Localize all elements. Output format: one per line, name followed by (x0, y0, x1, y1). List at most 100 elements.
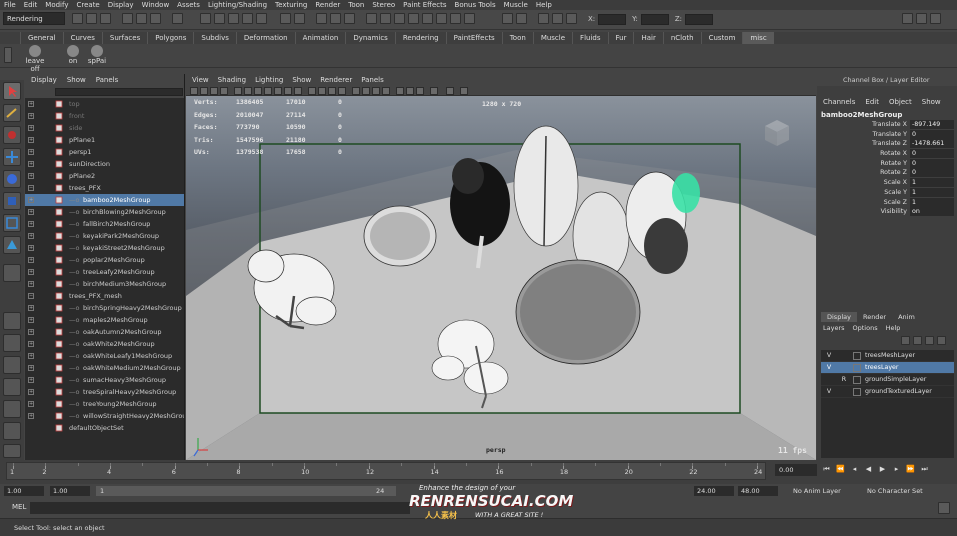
gate-mask-icon[interactable] (264, 87, 272, 95)
expand-toggle-icon[interactable]: − (28, 185, 34, 191)
expand-toggle-icon[interactable]: − (28, 293, 34, 299)
layout-menu-icon[interactable] (3, 444, 21, 458)
input-mode-icon[interactable] (366, 13, 377, 24)
fullscreen-icon[interactable] (430, 87, 438, 95)
expand-toggle-icon[interactable]: + (28, 197, 34, 203)
show-tool-settings-icon[interactable] (916, 13, 927, 24)
lasso-tool-icon[interactable] (3, 104, 21, 122)
move-layer-down-icon[interactable] (937, 336, 946, 345)
layer-tab-render[interactable]: Render (857, 312, 892, 322)
layer-color-swatch[interactable] (853, 388, 861, 396)
character-set-dropdown[interactable]: No Character Set (864, 486, 940, 496)
animation-end-field[interactable]: 48.00 (738, 486, 778, 496)
shelf-tab-curves[interactable]: Curves (62, 32, 102, 44)
outliner-item[interactable]: + —o keyakiStreet2MeshGroup (25, 242, 184, 254)
layer-tab-display[interactable]: Display (821, 312, 857, 322)
expand-toggle-icon[interactable]: + (28, 137, 34, 143)
film-gate-icon[interactable] (244, 87, 252, 95)
expand-toggle-icon[interactable]: + (28, 257, 34, 263)
expand-toggle-icon[interactable]: + (28, 413, 34, 419)
history-icon[interactable] (280, 13, 291, 24)
mask-icon[interactable] (172, 13, 183, 24)
select-component-icon[interactable] (150, 13, 161, 24)
paint-select-tool-icon[interactable] (3, 126, 21, 144)
shelf-menu-icon[interactable] (4, 47, 12, 63)
rotate-tool-icon[interactable] (3, 170, 21, 188)
safe-action-icon[interactable] (284, 87, 292, 95)
image-plane-icon[interactable] (220, 87, 228, 95)
new-scene-icon[interactable] (72, 13, 83, 24)
expand-toggle-icon[interactable]: + (28, 173, 34, 179)
hypershade-layout-icon[interactable] (3, 400, 21, 418)
outliner-item[interactable]: + —o poplar2MeshGroup (25, 254, 184, 266)
z-field[interactable] (685, 13, 714, 25)
outliner-item[interactable]: + —o keyakiPark2MeshGroup (25, 230, 184, 242)
rename-icon[interactable] (422, 13, 433, 24)
shadows-icon[interactable] (362, 87, 370, 95)
channel-value-field[interactable]: 0 (910, 168, 954, 178)
resolution-icon[interactable] (446, 87, 454, 95)
current-tool-icon[interactable] (3, 264, 21, 282)
menu-bonus-tools[interactable]: Bonus Tools (455, 1, 496, 9)
shelf-tab-general[interactable]: General (20, 32, 63, 44)
outliner-menu-panels[interactable]: Panels (96, 76, 119, 84)
manipulator-tool-icon[interactable] (3, 214, 21, 232)
outliner-item[interactable]: + —o oakWhiteMedium2MeshGroup (25, 362, 184, 374)
expand-toggle-icon[interactable]: + (28, 317, 34, 323)
shelf-tab-toon[interactable]: Toon (501, 32, 533, 44)
expand-toggle-icon[interactable]: + (28, 113, 34, 119)
safe-title-icon[interactable] (294, 87, 302, 95)
menu-muscle[interactable]: Muscle (504, 1, 528, 9)
menu-edit[interactable]: Edit (24, 1, 38, 9)
outliner-item[interactable]: + —o birchBlowing2MeshGroup (25, 206, 184, 218)
outliner-menu-display[interactable]: Display (31, 76, 57, 84)
channel-row[interactable]: Visibility on (817, 207, 957, 217)
outliner-item[interactable]: defaultObjectSet (25, 422, 184, 434)
layer-menu-options[interactable]: Options (853, 324, 878, 332)
x-field[interactable] (598, 13, 627, 25)
go-to-start-icon[interactable]: ⏮ (822, 465, 831, 474)
outliner-item[interactable]: + —o sumacHeavy3MeshGroup (25, 374, 184, 386)
layer-row[interactable]: VtreesLayer (821, 362, 954, 374)
channel-value-field[interactable]: 1 (910, 197, 954, 207)
channel-value-field[interactable]: 1 (910, 187, 954, 197)
go-to-end-icon[interactable]: ⏭ (920, 465, 929, 474)
outliner-item[interactable]: + —o bamboo2MeshGroup (25, 194, 184, 206)
channel-menu-edit[interactable]: Edit (865, 98, 879, 106)
shelf-tab-painteffects[interactable]: PaintEffects (445, 32, 502, 44)
lights-icon[interactable] (352, 87, 360, 95)
shelf-button-on[interactable]: on (62, 45, 84, 67)
outliner-item[interactable]: + —o oakWhiteLeafy1MeshGroup (25, 350, 184, 362)
layer-color-swatch[interactable] (853, 376, 861, 384)
menu-texturing[interactable]: Texturing (275, 1, 307, 9)
shelf-tab-dynamics[interactable]: Dynamics (345, 32, 395, 44)
resolution-gate-icon[interactable] (254, 87, 262, 95)
menu-window[interactable]: Window (142, 1, 170, 9)
expand-toggle-icon[interactable]: + (28, 329, 34, 335)
snap-point-icon[interactable] (228, 13, 239, 24)
shelf-tab-surfaces[interactable]: Surfaces (101, 32, 147, 44)
command-language-label[interactable]: MEL (12, 503, 26, 511)
shelf-button-sppai[interactable]: spPai (86, 45, 108, 67)
grid-icon[interactable] (234, 87, 242, 95)
outliner-item[interactable]: + top (25, 98, 184, 110)
render-settings-icon[interactable] (344, 13, 355, 24)
open-scene-icon[interactable] (86, 13, 97, 24)
xray-joints-icon[interactable] (416, 87, 424, 95)
shelf-tab-fluids[interactable]: Fluids (572, 32, 607, 44)
bracket-icon[interactable] (464, 13, 475, 24)
layer-visibility-toggle[interactable]: V (825, 386, 833, 398)
outliner-item[interactable]: + —o treeSpiralHeavy2MeshGroup (25, 386, 184, 398)
snap-grid-icon[interactable] (200, 13, 211, 24)
textured-icon[interactable] (372, 87, 380, 95)
y-field[interactable] (640, 13, 669, 25)
outliner-item[interactable]: + pPlane2 (25, 170, 184, 182)
viewport-scene[interactable]: Verts: 1386405 17010 0 Edges: 2010047 27114 0 Fa… (186, 96, 816, 460)
layer-color-swatch[interactable] (853, 364, 861, 372)
shelf-tab-ncloth[interactable]: nCloth (662, 32, 701, 44)
outliner-item[interactable]: + —o fallBirch2MeshGroup (25, 218, 184, 230)
high-quality-icon[interactable] (460, 87, 468, 95)
symmetry-icon[interactable] (566, 13, 577, 24)
four-pane-layout-icon[interactable] (3, 334, 21, 352)
menu-set-dropdown[interactable]: Rendering (3, 12, 65, 25)
